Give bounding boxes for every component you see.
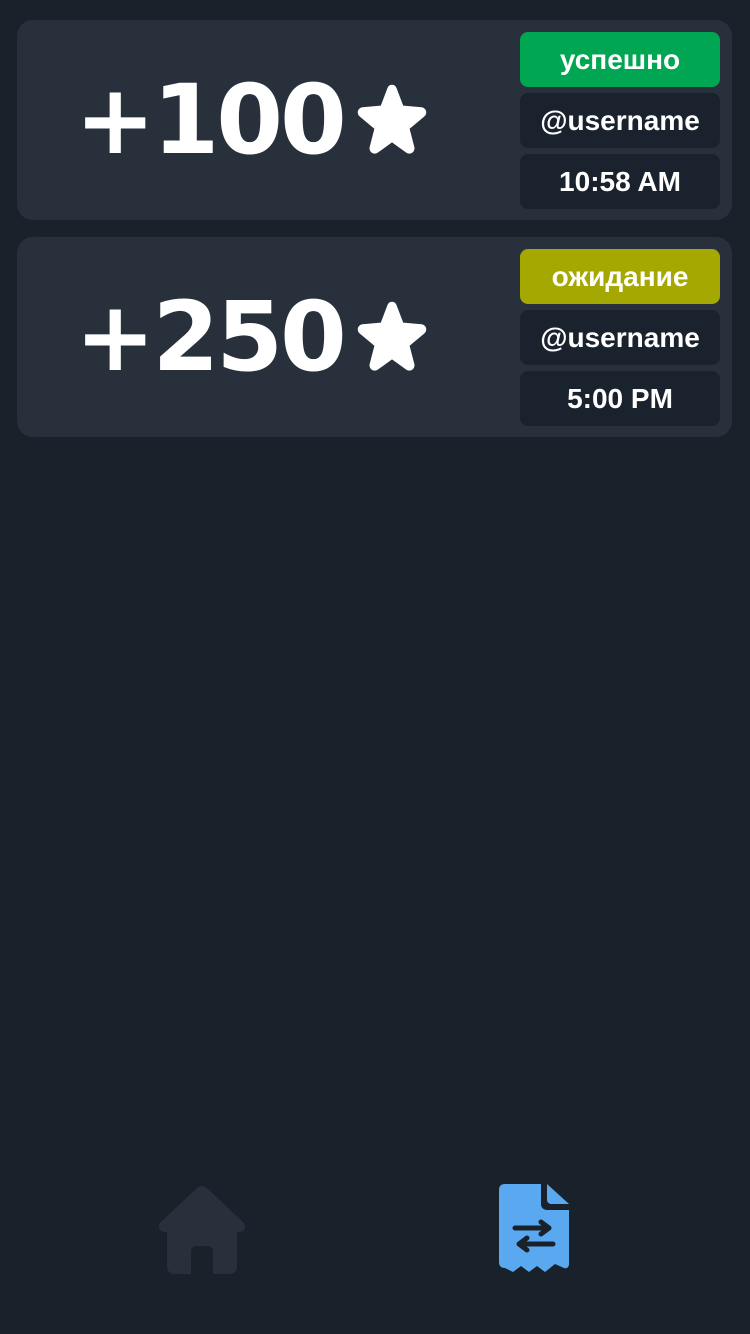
- status-badge: успешно: [520, 32, 720, 87]
- time-label: 10:58 AM: [520, 154, 720, 209]
- transactions-receipt-icon: [497, 1182, 571, 1279]
- star-icon: [352, 297, 432, 377]
- transaction-amount: +250: [75, 289, 432, 385]
- time-label: 5:00 PM: [520, 371, 720, 426]
- amount-value: +250: [75, 281, 347, 393]
- amount-value: +100: [75, 64, 347, 176]
- transaction-info: ожидание @username 5:00 PM: [520, 249, 720, 426]
- home-icon: [155, 1182, 249, 1279]
- nav-transactions-button[interactable]: [484, 1180, 584, 1280]
- transaction-info: успешно @username 10:58 AM: [520, 32, 720, 209]
- star-icon: [352, 80, 432, 160]
- bottom-nav: [0, 1180, 750, 1290]
- status-badge: ожидание: [520, 249, 720, 304]
- nav-home-button[interactable]: [152, 1180, 252, 1280]
- username-label: @username: [520, 310, 720, 365]
- transaction-card[interactable]: +100 успешно @username 10:58 AM: [17, 20, 732, 220]
- transaction-amount: +100: [75, 72, 432, 168]
- username-label: @username: [520, 93, 720, 148]
- transaction-card[interactable]: +250 ожидание @username 5:00 PM: [17, 237, 732, 437]
